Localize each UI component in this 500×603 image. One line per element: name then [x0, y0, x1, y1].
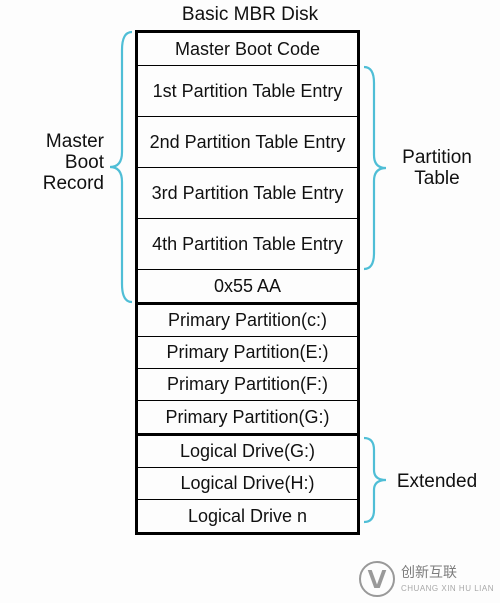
- mbr-group: Master Boot Code 1st Partition Table Ent…: [135, 30, 360, 305]
- logical-h: Logical Drive(H:): [138, 468, 357, 500]
- mbr-signature: 0x55 AA: [138, 270, 357, 302]
- logical-g: Logical Drive(G:): [138, 436, 357, 468]
- brace-ptable-label: Partition Table: [392, 148, 482, 190]
- logical-n: Logical Drive n: [138, 500, 357, 532]
- mbr-boot-code: Master Boot Code: [138, 33, 357, 66]
- primary-e: Primary Partition(E:): [138, 337, 357, 369]
- watermark-text: 创新互联 CHUANG XIN HU LIAN: [401, 565, 494, 593]
- mbr-pte-3: 3rd Partition Table Entry: [138, 168, 357, 219]
- disk-stack: Master Boot Code 1st Partition Table Ent…: [135, 30, 360, 535]
- brace-mbr-label: Master Boot Record: [32, 132, 104, 195]
- brace-extended-label: Extended: [392, 472, 482, 493]
- diagram-title: Basic MBR Disk: [0, 4, 500, 26]
- brace-ptable-icon: [362, 65, 388, 271]
- watermark: 创新互联 CHUANG XIN HU LIAN: [359, 561, 494, 597]
- logical-group: Logical Drive(G:) Logical Drive(H:) Logi…: [135, 433, 360, 535]
- brace-extended-icon: [362, 436, 388, 524]
- primary-group: Primary Partition(c:) Primary Partition(…: [135, 305, 360, 436]
- mbr-pte-4: 4th Partition Table Entry: [138, 219, 357, 270]
- primary-g: Primary Partition(G:): [138, 401, 357, 433]
- mbr-pte-1: 1st Partition Table Entry: [138, 66, 357, 117]
- mbr-pte-2: 2nd Partition Table Entry: [138, 117, 357, 168]
- brace-mbr-icon: [108, 30, 134, 304]
- primary-c: Primary Partition(c:): [138, 305, 357, 337]
- primary-f: Primary Partition(F:): [138, 369, 357, 401]
- watermark-logo-icon: [359, 561, 395, 597]
